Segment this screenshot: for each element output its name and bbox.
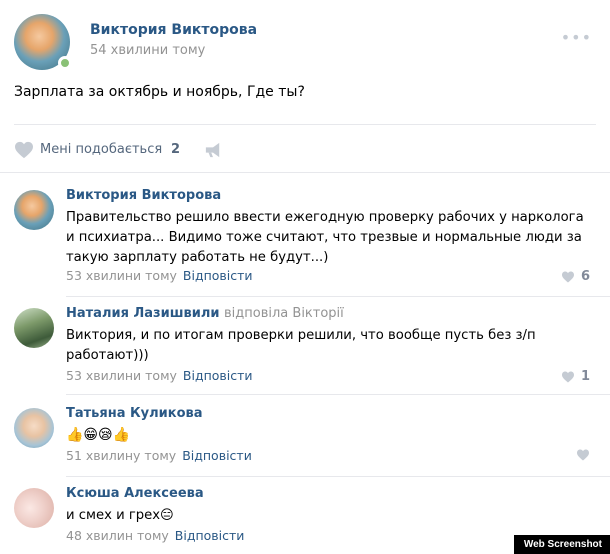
comment-time[interactable]: 53 хвилини тому — [66, 368, 177, 383]
comment-time[interactable]: 48 хвилин тому — [66, 528, 169, 543]
comment-text: Виктория, и по итогам проверки решили, ч… — [66, 328, 536, 363]
commenter-name[interactable]: Виктория Викторова — [66, 188, 221, 203]
emoji-reaction: 👍😁😪👍 — [66, 427, 131, 443]
comment-like-count: 6 — [580, 269, 590, 284]
comment-meta: 53 хвилини тому Відповісти — [66, 368, 253, 383]
heart-icon — [561, 271, 574, 282]
comment-time[interactable]: 51 хвилину тому — [66, 448, 176, 463]
comment-meta: 53 хвилини тому Відповісти — [66, 268, 253, 283]
comment-text-content: и смех и грех😑 — [66, 508, 174, 523]
heart-icon — [577, 449, 589, 461]
watermark: Web Screenshot — [513, 535, 610, 554]
comment-item: Татьяна Куликова 👍😁😪👍 51 хвилину тому Від… — [14, 406, 596, 470]
commenter-name[interactable]: Ксюша Алексеева — [66, 486, 204, 501]
reply-button[interactable]: Відповісти — [175, 528, 245, 543]
comment-text: 👍😁😪👍 — [66, 426, 591, 446]
divider — [0, 172, 610, 173]
like-count[interactable]: 2 — [171, 142, 180, 157]
reply-button[interactable]: Відповісти — [182, 448, 252, 463]
commenter-name[interactable]: Татьяна Куликова — [66, 406, 203, 421]
post-timestamp[interactable]: 54 хвилини тому — [90, 43, 205, 58]
comment-item: Ксюша Алексеева и смех и грех😑 48 хвилин… — [14, 486, 596, 546]
divider — [66, 296, 610, 297]
post-header: Виктория Викторова 54 хвилини тому ••• — [14, 14, 596, 70]
commenter-avatar[interactable] — [14, 190, 54, 230]
comment-like[interactable]: 6 — [561, 269, 590, 284]
comment-meta: 48 хвилин тому Відповісти — [66, 528, 244, 543]
post-author-name[interactable]: Виктория Викторова — [90, 22, 257, 38]
comment-like[interactable] — [576, 449, 590, 461]
commenter-avatar[interactable] — [14, 488, 54, 528]
like-button[interactable]: Мені подобається — [40, 142, 162, 157]
divider — [66, 476, 610, 477]
comment-text: Правительство решило ввести ежегодную пр… — [66, 210, 584, 265]
commenter-avatar[interactable] — [14, 408, 54, 448]
commenter-name[interactable]: Наталия Лазишвили відповіла Вікторії — [66, 306, 344, 321]
replied-to[interactable]: відповіла Вікторії — [224, 306, 344, 321]
commenter-avatar[interactable] — [14, 308, 54, 348]
share-icon[interactable] — [204, 142, 222, 158]
ellipsis-icon[interactable]: ••• — [561, 28, 592, 47]
heart-icon — [561, 371, 574, 382]
heart-icon[interactable] — [14, 141, 34, 159]
comment-item: Виктория Викторова Правительство решило … — [14, 188, 596, 292]
comment-time[interactable]: 53 хвилини тому — [66, 268, 177, 283]
comment-like-count: 1 — [580, 369, 590, 384]
comment-meta: 51 хвилину тому Відповісти — [66, 448, 252, 463]
divider — [14, 124, 596, 125]
comment-text: и смех и грех😑 — [66, 506, 591, 526]
commenter-name-text[interactable]: Наталия Лазишвили — [66, 306, 219, 321]
reply-button[interactable]: Відповісти — [183, 368, 253, 383]
post-actions: Мені подобається 2 — [14, 140, 314, 160]
reply-button[interactable]: Відповісти — [183, 268, 253, 283]
online-indicator — [58, 56, 72, 70]
post-text: Зарплата за октябрь и ноябрь, Где ты? — [14, 84, 305, 100]
comment-item: Наталия Лазишвили відповіла Вікторії Вик… — [14, 306, 596, 390]
divider — [66, 394, 610, 395]
comment-like[interactable]: 1 — [561, 369, 590, 384]
